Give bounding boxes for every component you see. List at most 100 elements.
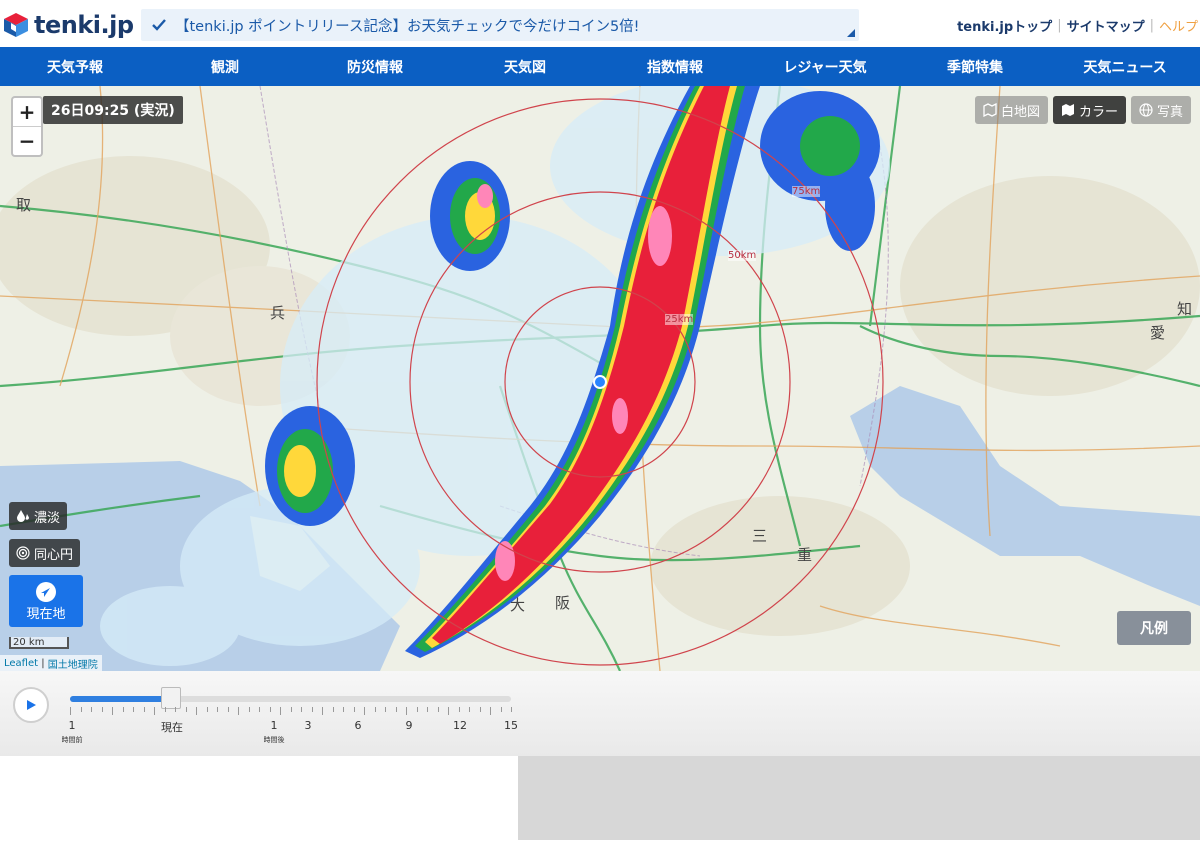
map-canvas[interactable] [0, 86, 1200, 671]
nav-item-index[interactable]: 指数情報 [600, 47, 750, 86]
radar-map[interactable]: 25km 50km 75km 取 兵 三 重 大 阪 愛 知 + − 26日09… [0, 86, 1200, 671]
timeline-tick [332, 707, 334, 712]
nav-item-forecast[interactable]: 天気予報 [0, 47, 150, 86]
gsi-link[interactable]: 国土地理院 [48, 656, 98, 671]
timeline-sublabel: 時間後 [263, 736, 285, 744]
timeline-track[interactable] [70, 696, 511, 702]
timeline-tick [406, 707, 407, 715]
circles-button[interactable]: 同心円 [9, 539, 81, 567]
opacity-button[interactable]: 濃淡 [9, 502, 68, 530]
opacity-label: 濃淡 [34, 510, 61, 526]
timeline-tick [301, 707, 302, 712]
timeline-label[interactable]: 3 [305, 719, 312, 732]
timeline-tick [143, 707, 145, 712]
current-location-button[interactable]: 現在地 [9, 575, 83, 627]
nav-item-seasonal[interactable]: 季節特集 [900, 47, 1050, 86]
scale-bar: 20 km [9, 637, 69, 649]
timeline-tick [437, 707, 439, 712]
current-location-marker [593, 375, 607, 389]
timeline-tick [259, 707, 260, 712]
check-icon [152, 19, 166, 31]
legend-button[interactable]: 凡例 [1117, 611, 1191, 645]
place-label: 重 [797, 546, 813, 564]
nav-item-disaster[interactable]: 防災情報 [300, 47, 450, 86]
timeline-handle[interactable] [161, 687, 182, 709]
banner-text: 【tenki.jp ポイントリリース記念】お天気チェックで今だけコイン5倍! [175, 18, 640, 35]
navigation-arrow-icon [36, 581, 56, 602]
timeline-tick [353, 707, 355, 712]
timeline-progress [70, 696, 172, 702]
map-icon [983, 103, 997, 117]
map-attribution: Leaflet | 国土地理院 [0, 655, 102, 671]
nav-item-weather-chart[interactable]: 天気図 [450, 47, 600, 86]
ring-label-75km: 75km [792, 186, 821, 197]
timeline-tick [364, 707, 365, 715]
zoom-out-button[interactable]: − [13, 127, 41, 155]
timeline-tick [290, 707, 292, 712]
timeline-tick [70, 707, 71, 715]
timeline-tick [154, 707, 155, 715]
ring-label-25km: 25km [665, 314, 694, 325]
timeline-label[interactable]: 1 [271, 719, 278, 732]
leaflet-link[interactable]: Leaflet [4, 658, 38, 669]
nav-item-news[interactable]: 天気ニュース [1050, 47, 1200, 86]
timeline-tick [185, 707, 187, 712]
timeline-ticks [70, 707, 512, 717]
site-logo[interactable]: tenki.jp [0, 8, 134, 42]
promo-banner[interactable]: 【tenki.jp ポイントリリース記念】お天気チェックで今だけコイン5倍! [141, 9, 859, 41]
timeline-tick [196, 707, 197, 715]
timeline-tick [500, 707, 502, 712]
white-map-button[interactable]: 白地図 [974, 96, 1048, 124]
timeline-tick [416, 707, 418, 712]
timeline-tick [395, 707, 397, 712]
nav-item-observation[interactable]: 観測 [150, 47, 300, 86]
timeline-tick [217, 707, 218, 712]
timeline-tick [490, 707, 491, 715]
ring-label-50km: 50km [728, 250, 757, 261]
play-button[interactable] [13, 687, 49, 723]
play-icon [27, 700, 36, 710]
timeline-tick [238, 707, 239, 715]
timeline-sublabel: 時間前 [61, 736, 83, 744]
top-links: tenki.jpトップ | サイトマップ | ヘルプ [957, 16, 1198, 35]
nav-item-leisure[interactable]: レジャー天気 [750, 47, 900, 86]
timeline-label[interactable]: 1 [69, 719, 76, 732]
separator: | [1149, 18, 1154, 33]
link-help[interactable]: ヘルプ [1159, 16, 1198, 35]
logo-cube-icon [4, 13, 28, 37]
timeline-tick [280, 707, 281, 715]
timeline-tick [227, 707, 229, 712]
main-nav: 天気予報 観測 防災情報 天気図 指数情報 レジャー天気 季節特集 天気ニュース [0, 47, 1200, 86]
timeline-tick [311, 707, 313, 712]
banner-corner-icon [847, 29, 855, 37]
zoom-in-button[interactable]: + [13, 98, 41, 127]
timeline-tick [511, 707, 512, 712]
timeline-tick [206, 707, 208, 712]
timeline-tick [91, 707, 92, 712]
link-sitemap[interactable]: サイトマップ [1067, 16, 1145, 35]
timeline-tick [343, 707, 344, 712]
timeline-tick [133, 707, 134, 712]
concentric-circles-icon [16, 546, 30, 560]
layer-switcher: 白地図 カラー 写真 [974, 96, 1191, 124]
timeline-label[interactable]: 12 [453, 719, 467, 732]
timeline-label-now[interactable]: 現在 [161, 719, 183, 735]
photo-map-button[interactable]: 写真 [1130, 96, 1191, 124]
timeline-label[interactable]: 15 [504, 719, 518, 732]
map-icon [1061, 104, 1074, 116]
timeline-tick [175, 707, 176, 712]
current-location-label: 現在地 [26, 606, 66, 622]
timeline-label[interactable]: 6 [355, 719, 362, 732]
timeline-tick [269, 707, 271, 712]
observation-timestamp: 26日09:25 (実況) [43, 96, 183, 124]
timeline-tick [427, 707, 428, 712]
timeline-tick [322, 707, 323, 715]
white-map-label: 白地図 [1000, 104, 1040, 120]
timeline-tick [385, 707, 386, 712]
timeline-tick [469, 707, 470, 712]
photo-map-label: 写真 [1156, 104, 1183, 120]
droplet-icon [17, 510, 29, 522]
color-map-button[interactable]: カラー [1052, 96, 1126, 124]
timeline-label[interactable]: 9 [406, 719, 413, 732]
link-top[interactable]: tenki.jpトップ [957, 16, 1052, 35]
